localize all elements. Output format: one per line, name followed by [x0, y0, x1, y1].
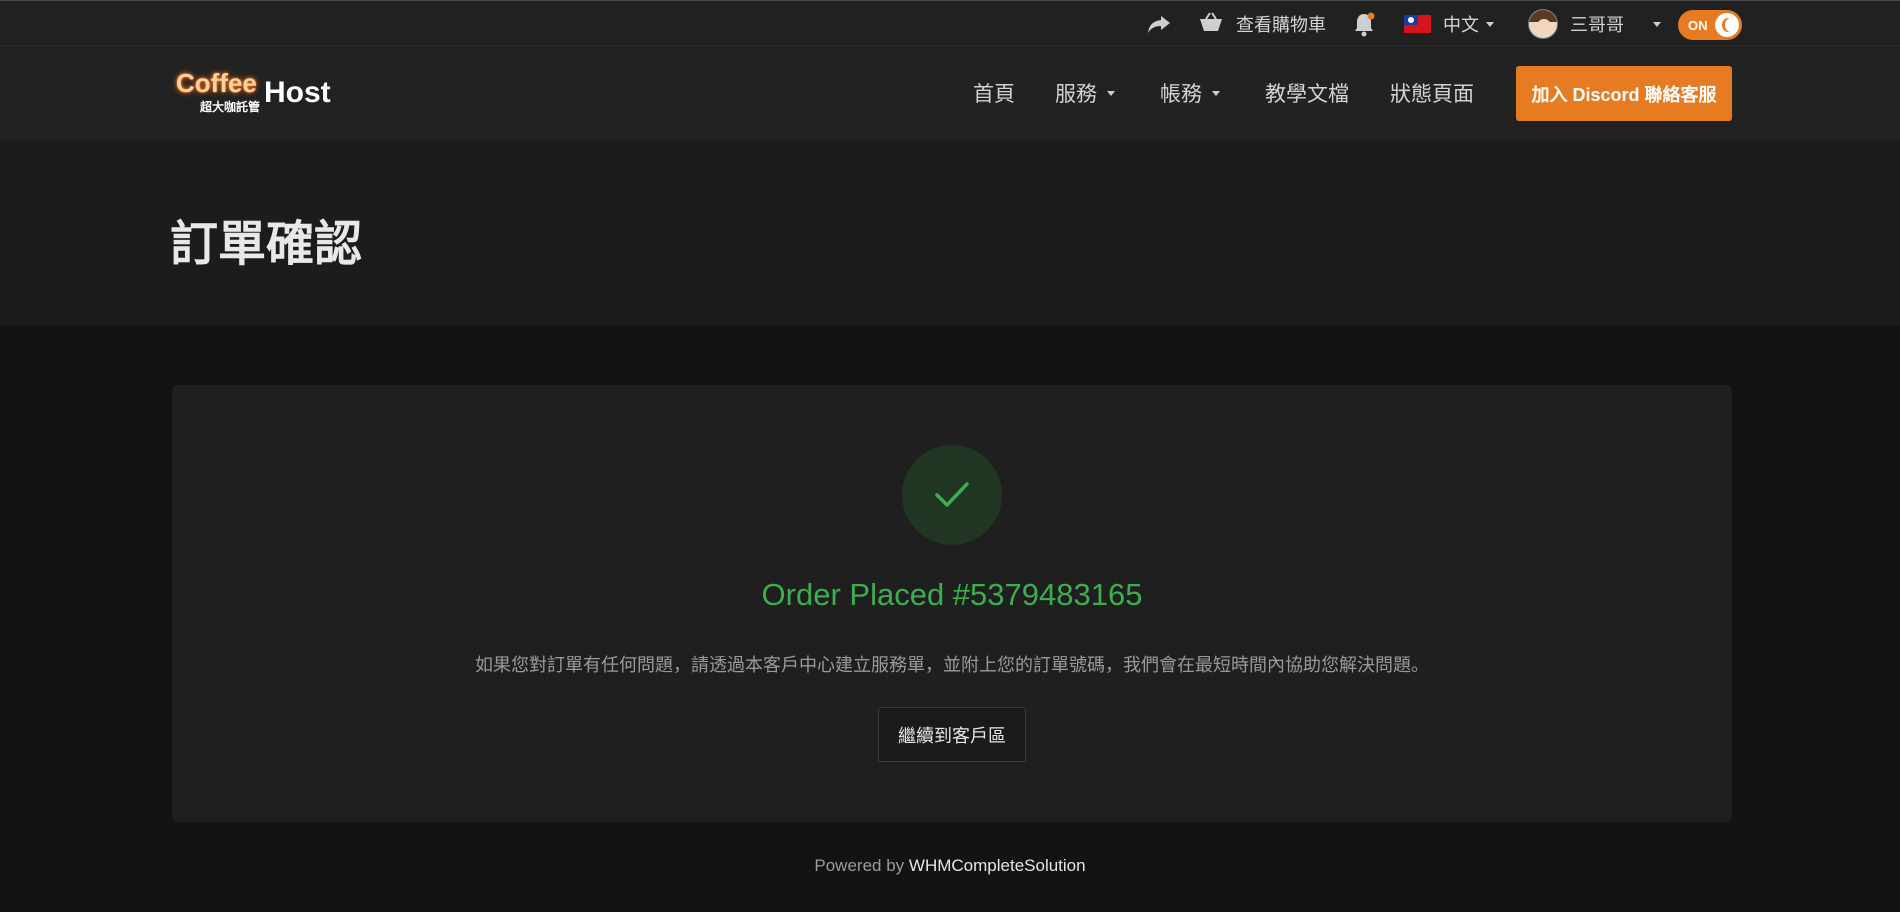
- user-menu-caret[interactable]: [1646, 1, 1661, 47]
- main-navbar: Coffee Host 超大咖託管 首頁 服務 帳務 教學文檔 狀態頁面 加入 …: [0, 46, 1900, 140]
- dark-mode-toggle[interactable]: ON: [1678, 10, 1742, 40]
- language-selector[interactable]: 中文: [1404, 1, 1494, 47]
- whmcs-link[interactable]: WHMCompleteSolution: [909, 856, 1086, 875]
- order-confirmation-card: Order Placed #5379483165 如果您對訂單有任何問題，請透過…: [172, 385, 1732, 822]
- chevron-down-icon: [1653, 21, 1661, 27]
- language-label: 中文: [1443, 15, 1479, 35]
- nav-status[interactable]: 狀態頁面: [1390, 46, 1474, 140]
- nav-docs-label: 教學文檔: [1265, 83, 1349, 106]
- nav-services[interactable]: 服務: [1055, 46, 1115, 140]
- avatar: [1528, 9, 1558, 39]
- share-icon[interactable]: [1146, 1, 1172, 47]
- top-utility-bar: 查看購物車 中文 三哥哥 ON: [0, 0, 1900, 46]
- order-help-message: 如果您對訂單有任何問題，請透過本客戶中心建立服務單，並附上您的訂單號碼，我們會在…: [475, 655, 1429, 675]
- page-header: 訂單確認: [0, 140, 1900, 325]
- nav-home-label: 首頁: [973, 83, 1015, 106]
- notifications-bell[interactable]: [1352, 1, 1376, 47]
- basket-icon: [1198, 11, 1224, 38]
- continue-label: 繼續到客戶區: [898, 725, 1006, 746]
- nav-status-label: 狀態頁面: [1390, 83, 1474, 106]
- logo-subtitle: 超大咖託管: [200, 100, 261, 114]
- logo-coffee-text: Coffee: [176, 68, 257, 98]
- page-title: 訂單確認: [170, 218, 363, 271]
- chevron-down-icon: [1212, 90, 1220, 96]
- nav-docs[interactable]: 教學文檔: [1265, 46, 1349, 140]
- toggle-label: ON: [1688, 17, 1708, 33]
- success-check-icon: [902, 445, 1002, 545]
- powered-by-text: Powered by: [814, 856, 905, 875]
- join-discord-button[interactable]: 加入 Discord 聯絡客服: [1516, 66, 1732, 121]
- footer: Powered by WHMCompleteSolution: [0, 856, 1900, 876]
- nav-account-label: 帳務: [1160, 83, 1202, 106]
- chevron-down-icon: [1486, 21, 1494, 27]
- logo-host-text: Host: [264, 76, 331, 109]
- view-cart-link[interactable]: 查看購物車: [1198, 1, 1326, 47]
- user-menu[interactable]: 三哥哥: [1528, 1, 1624, 47]
- order-placed-title: Order Placed #5379483165: [761, 577, 1143, 612]
- join-discord-label: 加入 Discord 聯絡客服: [1531, 84, 1717, 105]
- user-name: 三哥哥: [1570, 15, 1624, 35]
- nav-account[interactable]: 帳務: [1160, 46, 1220, 140]
- taiwan-flag-icon: [1404, 15, 1431, 33]
- continue-to-client-area-button[interactable]: 繼續到客戶區: [878, 707, 1026, 762]
- view-cart-label: 查看購物車: [1236, 15, 1326, 35]
- moon-icon: [1715, 13, 1739, 37]
- nav-home[interactable]: 首頁: [973, 46, 1015, 140]
- chevron-down-icon: [1107, 90, 1115, 96]
- bell-icon: [1355, 12, 1375, 37]
- nav-services-label: 服務: [1055, 83, 1097, 106]
